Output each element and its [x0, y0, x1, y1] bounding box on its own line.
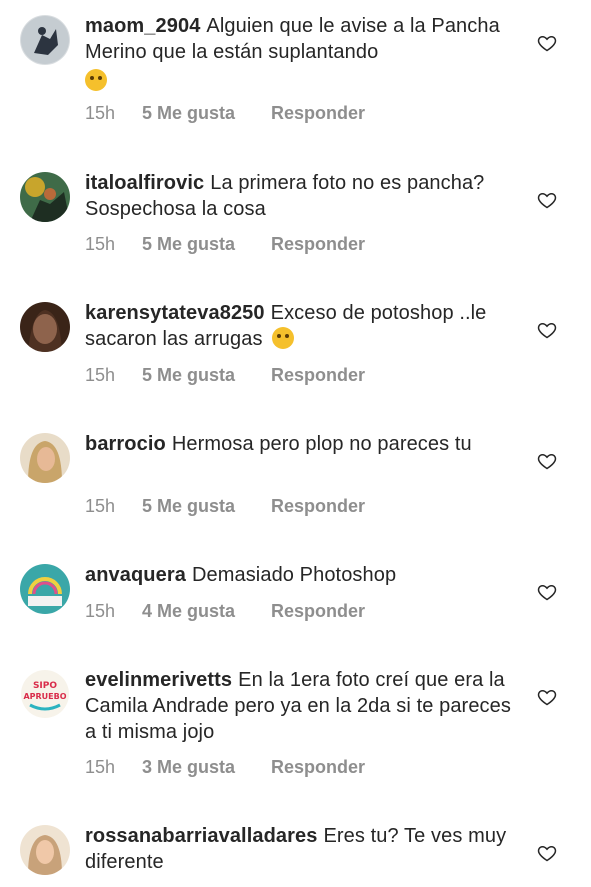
- avatar-image: [20, 433, 70, 483]
- avatar-image: [20, 15, 70, 65]
- heart-outline-icon[interactable]: [537, 451, 557, 471]
- comment-time[interactable]: 15h: [85, 234, 142, 255]
- comment-text: barrocio Hermosa pero plop no pareces tu: [85, 431, 515, 457]
- comment-meta: 15h 5 Me gusta Responder: [85, 234, 365, 255]
- comment-likes[interactable]: 5 Me gusta: [142, 103, 271, 124]
- avatar[interactable]: [20, 172, 70, 222]
- comment-username[interactable]: italoalfirovic: [85, 172, 204, 194]
- comment-meta: 15h 4 Me gusta Responder: [85, 601, 365, 622]
- rolling-laughing-emoji-icon: [85, 69, 107, 91]
- avatar[interactable]: [20, 15, 70, 65]
- heart-outline-icon[interactable]: [537, 687, 557, 707]
- comment-meta: 15h 5 Me gusta Responder: [85, 365, 365, 386]
- avatar-image: [20, 825, 70, 875]
- avatar[interactable]: [20, 302, 70, 352]
- comment-likes[interactable]: 3 Me gusta: [142, 757, 271, 778]
- comment-username[interactable]: maom_2904: [85, 15, 200, 37]
- comment-username[interactable]: rossanabarriavalladares: [85, 825, 317, 847]
- heart-outline-icon[interactable]: [537, 190, 557, 210]
- comment-text: rossanabarriavalladares Eres tu? Te ves m…: [85, 823, 515, 875]
- reply-button[interactable]: Responder: [271, 757, 365, 778]
- avatar-image: [20, 564, 70, 614]
- reply-button[interactable]: Responder: [271, 601, 365, 622]
- comment-username[interactable]: anvaquera: [85, 564, 186, 586]
- comment-text: anvaquera Demasiado Photoshop: [85, 562, 515, 588]
- comment-meta: 15h 5 Me gusta Responder: [85, 496, 365, 517]
- comment-username[interactable]: evelinmerivetts: [85, 669, 232, 691]
- avatar-logo-text: APRUEBO: [23, 692, 66, 701]
- avatar[interactable]: [20, 564, 70, 614]
- comment-likes[interactable]: 5 Me gusta: [142, 496, 271, 517]
- comment-text: italoalfirovic La primera foto no es panc…: [85, 170, 515, 222]
- heart-outline-icon[interactable]: [537, 582, 557, 602]
- reply-button[interactable]: Responder: [271, 496, 365, 517]
- comment-likes[interactable]: 4 Me gusta: [142, 601, 271, 622]
- comment-body: Hermosa pero plop no pareces tu: [171, 433, 472, 455]
- heart-outline-icon[interactable]: [537, 320, 557, 340]
- comment-time[interactable]: 15h: [85, 496, 142, 517]
- comment-time[interactable]: 15h: [85, 757, 142, 778]
- avatar-logo-text: SIPO: [33, 681, 57, 691]
- reply-button[interactable]: Responder: [271, 234, 365, 255]
- avatar-image: [20, 172, 70, 222]
- comment-likes[interactable]: 5 Me gusta: [142, 234, 271, 255]
- comment-likes[interactable]: 5 Me gusta: [142, 365, 271, 386]
- comment-text: maom_2904 Alguien que le avise a la Panch…: [85, 13, 515, 94]
- avatar[interactable]: [20, 433, 70, 483]
- comment-username[interactable]: karensytateva8250: [85, 302, 265, 324]
- avatar[interactable]: [20, 825, 70, 875]
- heart-outline-icon[interactable]: [537, 843, 557, 863]
- avatar-image: SIPO APRUEBO: [20, 669, 70, 719]
- comment-time[interactable]: 15h: [85, 601, 142, 622]
- comment-body: Demasiado Photoshop: [191, 564, 397, 586]
- avatar[interactable]: SIPO APRUEBO: [20, 669, 70, 719]
- comment-meta: 15h 3 Me gusta Responder: [85, 757, 365, 778]
- comment-time[interactable]: 15h: [85, 365, 142, 386]
- comment-text: karensytateva8250 Exceso de potoshop ..le…: [85, 300, 515, 352]
- shushing-face-emoji-icon: [272, 327, 295, 349]
- avatar-image: [20, 302, 70, 352]
- reply-button[interactable]: Responder: [271, 365, 365, 386]
- heart-outline-icon[interactable]: [537, 33, 557, 53]
- comment-meta: 15h 5 Me gusta Responder: [85, 103, 365, 124]
- reply-button[interactable]: Responder: [271, 103, 365, 124]
- comment-time[interactable]: 15h: [85, 103, 142, 124]
- comment-text: evelinmerivetts En la 1era foto creí que …: [85, 667, 515, 745]
- comment-username[interactable]: barrocio: [85, 433, 166, 455]
